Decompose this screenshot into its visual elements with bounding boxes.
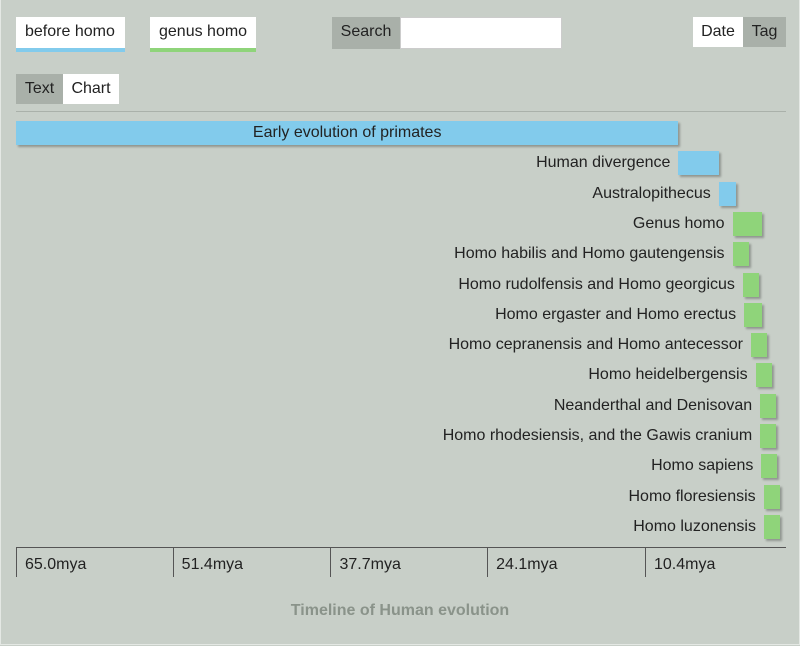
chart-title: Timeline of Human evolution — [290, 602, 510, 619]
event-label: Neanderthal and Denisovan — [553, 397, 753, 414]
x-axis-tick-label: 37.7mya — [339, 556, 401, 573]
view-text-button[interactable]: Text — [16, 74, 63, 104]
event-label: Homo rhodesiensis, and the Gawis cranium — [442, 427, 753, 444]
event-label: Human divergence — [536, 154, 671, 171]
filter-genus-homo-label: genus homo — [159, 23, 248, 40]
x-axis-tick — [16, 547, 17, 577]
search-label: Search — [332, 17, 400, 49]
x-axis-tick-label: 24.1mya — [496, 556, 558, 573]
x-axis-tick-label: 51.4mya — [181, 556, 244, 573]
x-axis-tick — [172, 547, 174, 577]
x-axis-tick-label: 65.0mya — [25, 556, 87, 573]
filter-before-homo-button[interactable]: before homo — [16, 17, 125, 52]
sort-tag-button[interactable]: Tag — [743, 17, 786, 47]
event-bar[interactable] — [760, 394, 777, 418]
x-axis-tick — [330, 547, 332, 577]
event-bar[interactable] — [761, 454, 778, 478]
event-label: Homo rudolfensis and Homo georgicus — [458, 276, 735, 293]
event-bar[interactable] — [760, 424, 777, 448]
event-label: Australopithecus — [592, 185, 711, 202]
search-input[interactable] — [400, 17, 562, 49]
event-bar[interactable] — [718, 182, 736, 206]
event-label: Genus homo — [632, 215, 725, 232]
event-bar[interactable] — [732, 212, 763, 236]
event-bar[interactable] — [763, 515, 780, 539]
event-bar[interactable] — [755, 363, 772, 387]
filter-genus-homo-button[interactable]: genus homo — [150, 17, 256, 52]
filter-before-homo-label: before homo — [25, 23, 115, 40]
event-label: Homo cepranensis and Homo antecessor — [448, 336, 743, 353]
event-label: Homo luzonensis — [633, 518, 756, 535]
event-bar[interactable] — [750, 333, 767, 357]
view-chart-button[interactable]: Chart — [63, 74, 119, 104]
event-label: Homo sapiens — [651, 457, 754, 474]
event-label: Homo ergaster and Homo erectus — [495, 306, 737, 323]
x-axis-line — [16, 547, 786, 548]
event-bar[interactable] — [763, 485, 780, 509]
event-label: Homo floresiensis — [628, 488, 756, 505]
event-bar[interactable] — [678, 151, 719, 175]
sort-date-button[interactable]: Date — [693, 17, 743, 47]
x-axis-tick — [644, 547, 646, 577]
event-label: Homo heidelbergensis — [588, 366, 748, 383]
event-bar[interactable] — [744, 303, 763, 327]
event-bar[interactable] — [742, 273, 759, 297]
event-label: Homo habilis and Homo gautengensis — [454, 245, 725, 262]
toolbar-divider — [16, 111, 786, 112]
x-axis-tick-label: 10.4mya — [653, 556, 716, 573]
event-bar[interactable] — [732, 242, 749, 266]
x-axis-tick — [487, 547, 489, 577]
event-label: Early evolution of primates — [252, 124, 442, 141]
